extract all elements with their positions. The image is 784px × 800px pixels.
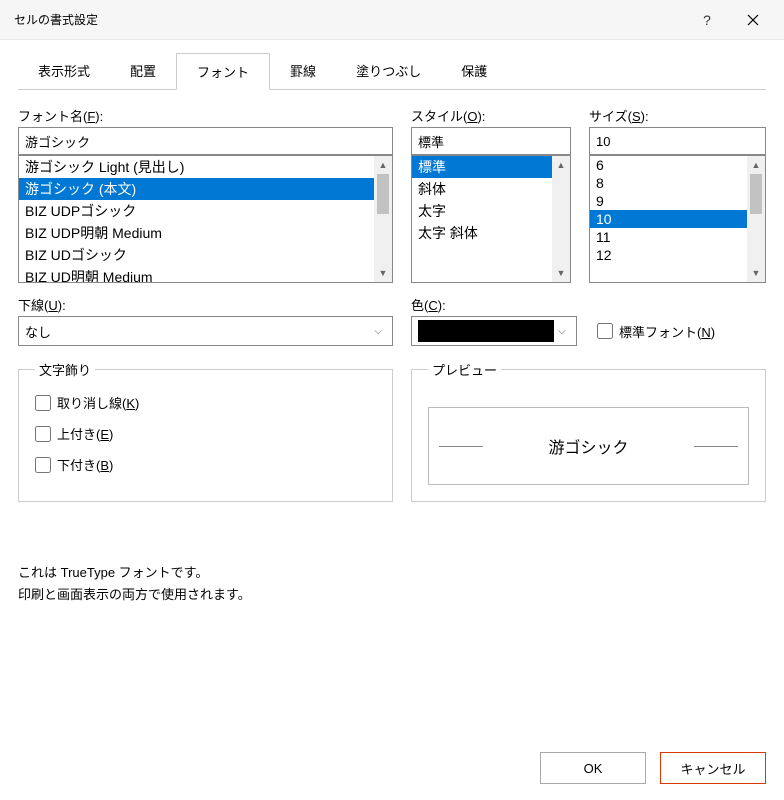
- close-icon: [747, 14, 759, 26]
- list-item[interactable]: 8: [590, 174, 747, 192]
- chevron-down-icon: ⌵: [554, 326, 570, 337]
- scroll-down-icon[interactable]: ▼: [747, 264, 765, 282]
- preview-text: 游ゴシック: [548, 434, 628, 458]
- style-label: スタイル(O):: [411, 106, 571, 125]
- list-item[interactable]: BIZ UD明朝 Medium: [19, 266, 374, 282]
- chevron-down-icon: ⌵: [370, 326, 386, 337]
- font-input[interactable]: [18, 127, 393, 155]
- decoration-legend: 文字飾り: [35, 360, 95, 379]
- tab-1[interactable]: 配置: [110, 53, 176, 90]
- list-item[interactable]: 斜体: [412, 178, 552, 200]
- info-line-2: 印刷と画面表示の両方で使用されます。: [18, 584, 766, 606]
- list-item[interactable]: 10: [590, 210, 747, 228]
- list-item[interactable]: 太字: [412, 200, 552, 222]
- list-item[interactable]: BIZ UDゴシック: [19, 244, 374, 266]
- superscript-checkbox[interactable]: 上付き(E): [35, 424, 376, 443]
- info-line-1: これは TrueType フォントです。: [18, 562, 766, 584]
- underline-select[interactable]: なし ⌵: [18, 316, 393, 346]
- dialog-title: セルの書式設定: [14, 11, 684, 28]
- list-item[interactable]: 標準: [412, 156, 552, 178]
- tab-bar: 表示形式配置フォント罫線塗りつぶし保護: [18, 52, 766, 90]
- tab-5[interactable]: 保護: [441, 53, 507, 90]
- subscript-checkbox[interactable]: 下付き(B): [35, 455, 376, 474]
- font-label: フォント名(F):: [18, 106, 393, 125]
- help-button[interactable]: ?: [684, 5, 730, 35]
- normal-font-checkbox[interactable]: 標準フォント(N): [597, 322, 715, 341]
- font-list-scrollbar[interactable]: ▲ ▼: [374, 156, 392, 282]
- list-item[interactable]: 11: [590, 228, 747, 246]
- size-listbox[interactable]: 689101112 ▲ ▼: [589, 155, 766, 283]
- style-list-scrollbar[interactable]: ▲ ▼: [552, 156, 570, 282]
- list-item[interactable]: 12: [590, 246, 747, 264]
- color-label: 色(C):: [411, 295, 766, 314]
- scroll-up-icon[interactable]: ▲: [552, 156, 570, 174]
- list-item[interactable]: 游ゴシック Light (見出し): [19, 156, 374, 178]
- strikethrough-checkbox[interactable]: 取り消し線(K): [35, 393, 376, 412]
- list-item[interactable]: BIZ UDPゴシック: [19, 200, 374, 222]
- tab-2[interactable]: フォント: [176, 53, 270, 90]
- scroll-thumb[interactable]: [377, 174, 389, 214]
- list-item[interactable]: 游ゴシック (本文): [19, 178, 374, 200]
- scroll-down-icon[interactable]: ▼: [552, 264, 570, 282]
- scroll-thumb[interactable]: [750, 174, 762, 214]
- size-input[interactable]: [589, 127, 766, 155]
- preview-box: 游ゴシック: [428, 407, 749, 485]
- size-label: サイズ(S):: [589, 106, 766, 125]
- preview-legend: プレビュー: [428, 360, 501, 379]
- size-list-scrollbar[interactable]: ▲ ▼: [747, 156, 765, 282]
- cancel-button[interactable]: キャンセル: [660, 752, 766, 784]
- scroll-down-icon[interactable]: ▼: [374, 264, 392, 282]
- tab-3[interactable]: 罫線: [270, 53, 336, 90]
- scroll-up-icon[interactable]: ▲: [374, 156, 392, 174]
- font-info: これは TrueType フォントです。 印刷と画面表示の両方で使用されます。: [18, 562, 766, 606]
- dialog-footer: OK キャンセル: [540, 752, 766, 784]
- underline-label: 下線(U):: [18, 295, 393, 314]
- style-listbox[interactable]: 標準斜体太字太字 斜体 ▲ ▼: [411, 155, 571, 283]
- color-swatch: [418, 320, 554, 342]
- color-select[interactable]: ⌵: [411, 316, 577, 346]
- preview-group: プレビュー 游ゴシック: [411, 360, 766, 502]
- decoration-group: 文字飾り 取り消し線(K) 上付き(E) 下付き(B): [18, 360, 393, 502]
- list-item[interactable]: 9: [590, 192, 747, 210]
- titlebar: セルの書式設定 ?: [0, 0, 784, 40]
- list-item[interactable]: 太字 斜体: [412, 222, 552, 244]
- list-item[interactable]: BIZ UDP明朝 Medium: [19, 222, 374, 244]
- scroll-up-icon[interactable]: ▲: [747, 156, 765, 174]
- font-listbox[interactable]: 游ゴシック Light (見出し)游ゴシック (本文)BIZ UDPゴシックBI…: [18, 155, 393, 283]
- style-input[interactable]: [411, 127, 571, 155]
- underline-value: なし: [25, 322, 370, 341]
- ok-button[interactable]: OK: [540, 752, 646, 784]
- tab-0[interactable]: 表示形式: [18, 53, 110, 90]
- close-button[interactable]: [730, 5, 776, 35]
- list-item[interactable]: 6: [590, 156, 747, 174]
- tab-4[interactable]: 塗りつぶし: [336, 53, 441, 90]
